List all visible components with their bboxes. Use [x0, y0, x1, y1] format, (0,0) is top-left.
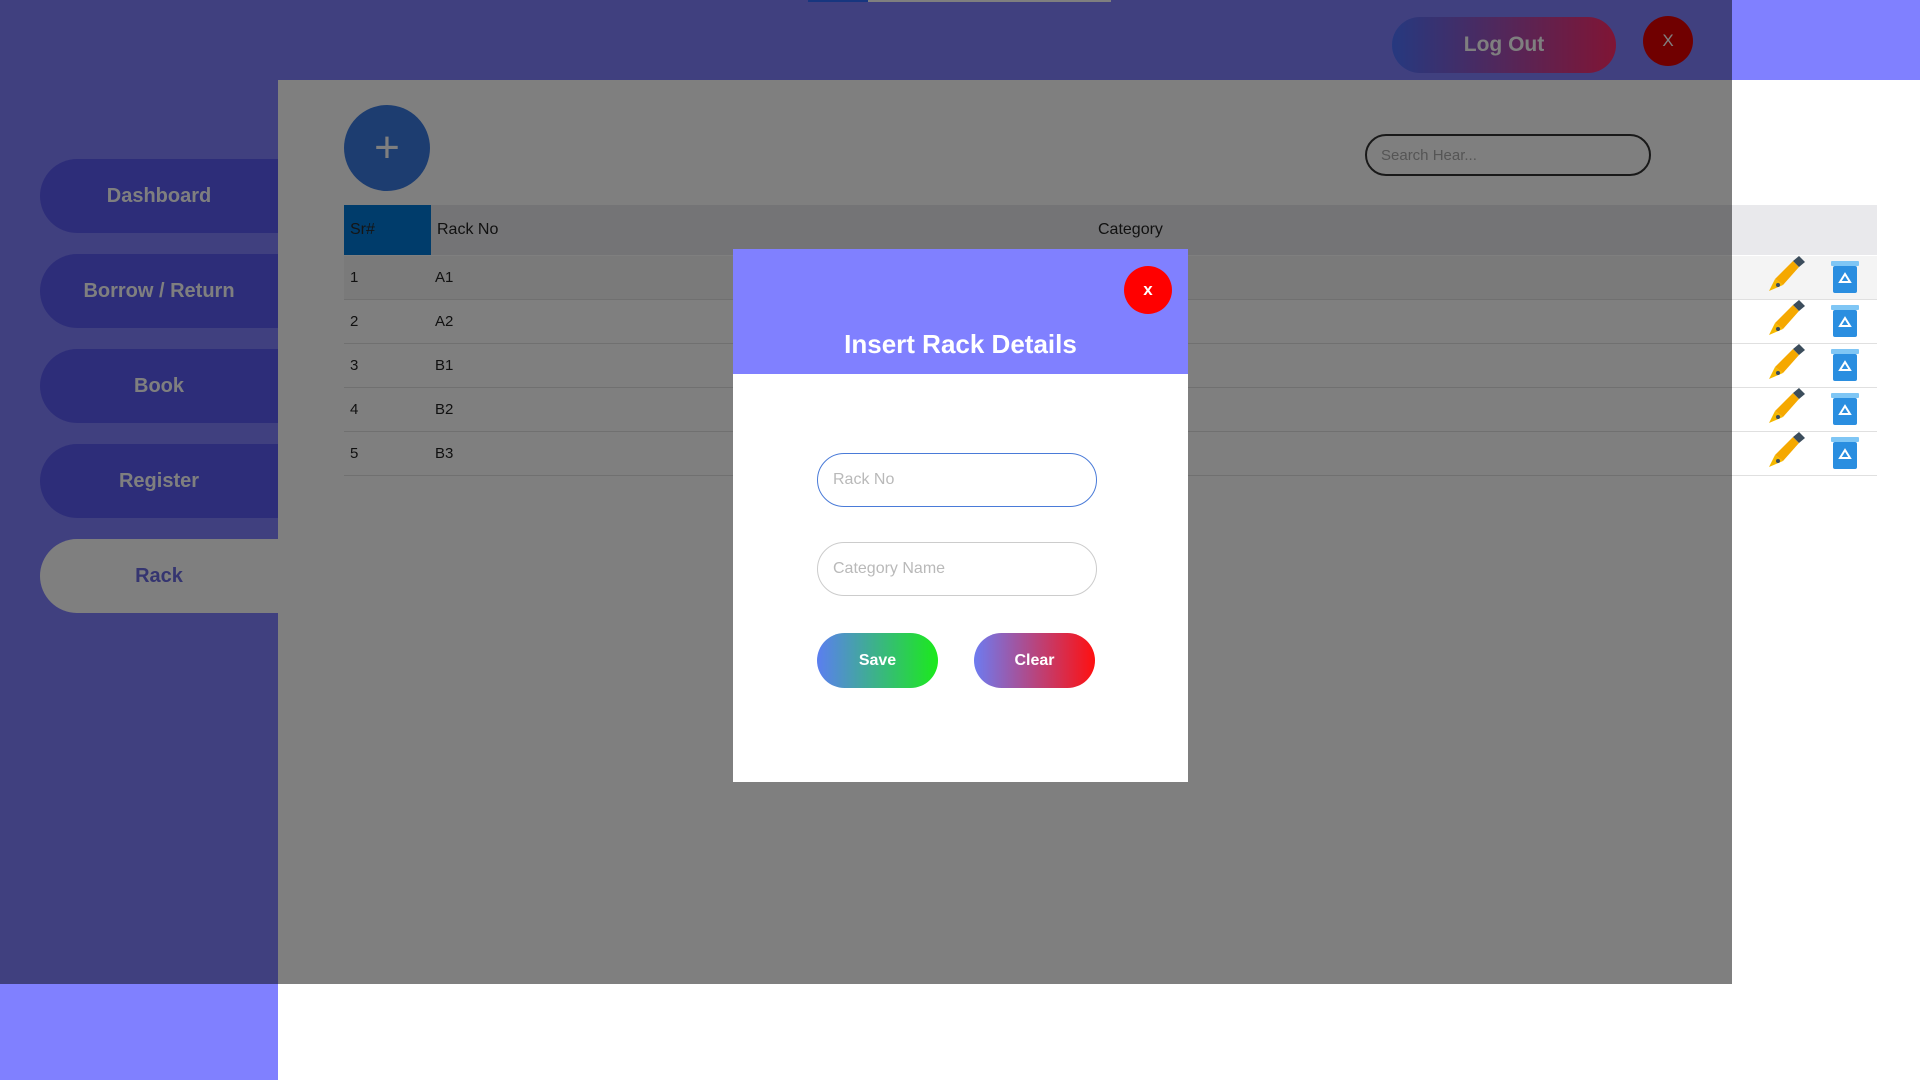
rack-no-input[interactable]: [817, 453, 1097, 507]
pen-icon[interactable]: [1765, 387, 1805, 427]
recycle-bin-icon[interactable]: [1830, 302, 1860, 338]
category-name-input[interactable]: [817, 542, 1097, 596]
clear-button[interactable]: Clear: [974, 633, 1095, 688]
recycle-bin-icon[interactable]: [1830, 258, 1860, 294]
recycle-bin-icon[interactable]: [1830, 390, 1860, 426]
modal-title: Insert Rack Details: [844, 329, 1077, 359]
pen-icon[interactable]: [1765, 255, 1805, 295]
insert-rack-dialog: Insert Rack Details x Save Clear: [733, 249, 1188, 782]
pen-icon[interactable]: [1765, 299, 1805, 339]
save-button[interactable]: Save: [817, 633, 938, 688]
modal-close-button[interactable]: x: [1124, 266, 1172, 314]
pen-icon[interactable]: [1765, 431, 1805, 471]
recycle-bin-icon[interactable]: [1830, 434, 1860, 470]
recycle-bin-icon[interactable]: [1830, 346, 1860, 382]
pen-icon[interactable]: [1765, 343, 1805, 383]
